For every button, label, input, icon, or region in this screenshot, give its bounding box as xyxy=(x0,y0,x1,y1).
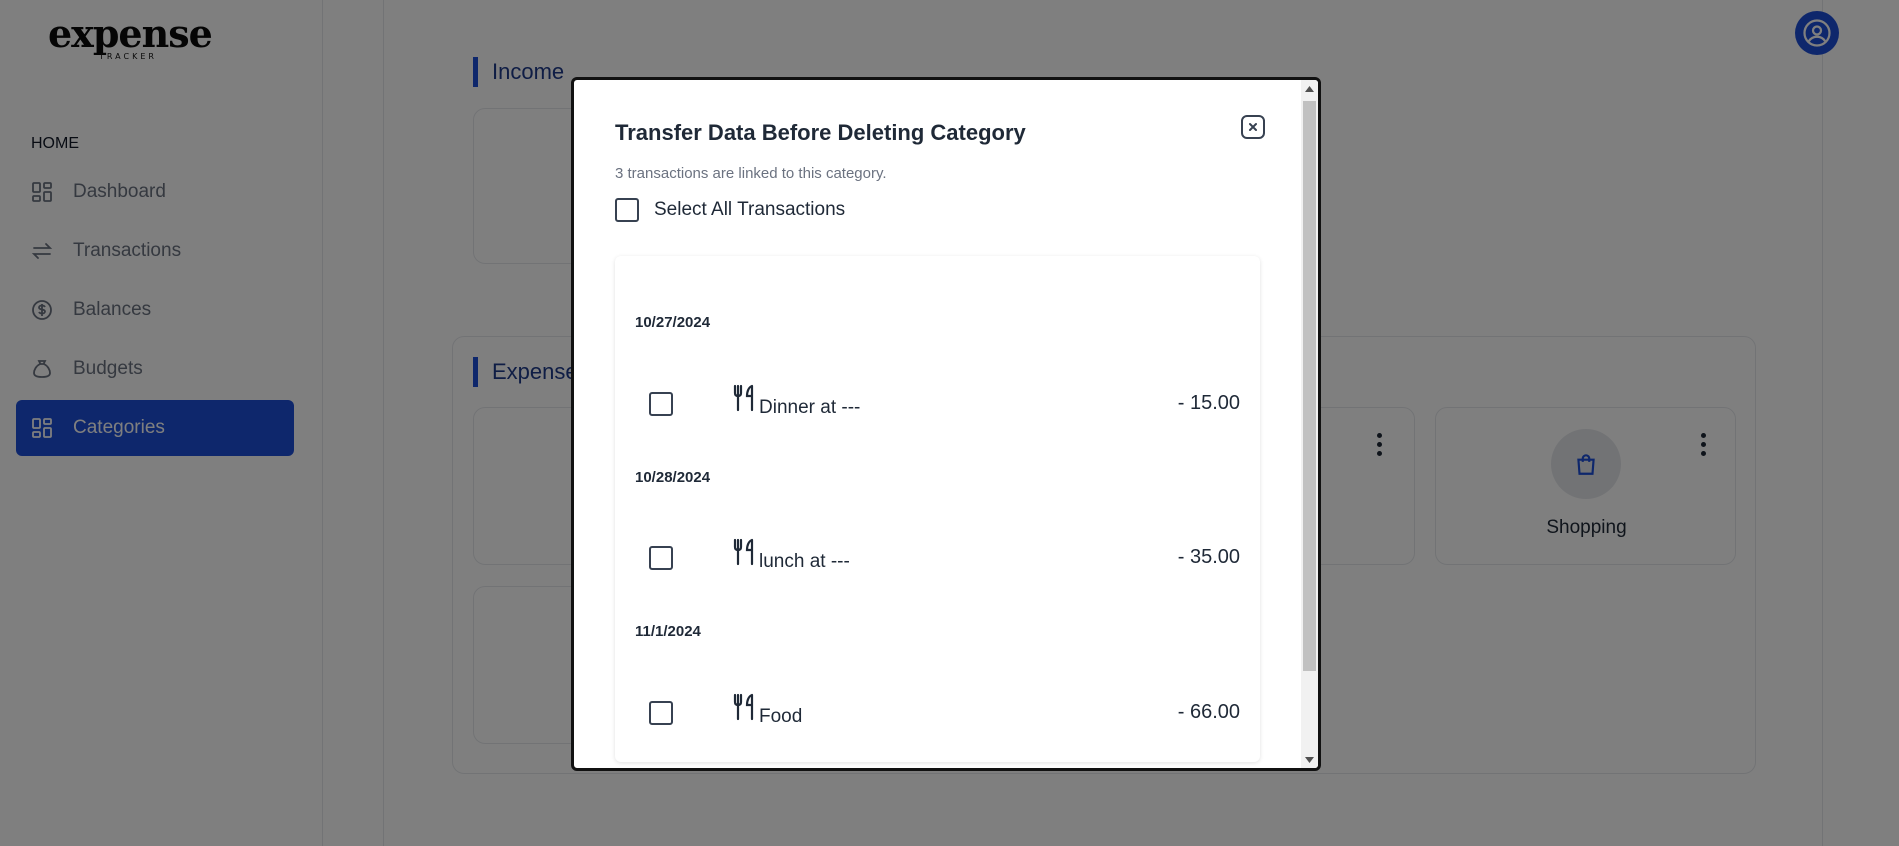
fork-knife-icon xyxy=(733,538,754,566)
fork-knife-icon xyxy=(733,693,754,721)
modal-scrollbar[interactable] xyxy=(1301,80,1318,768)
transaction-date: 10/28/2024 xyxy=(635,469,711,486)
fork-knife-icon xyxy=(733,384,754,412)
transaction-row: Food - 66.00 xyxy=(615,693,1260,733)
linked-transactions-count: 3 transactions are linked to this catego… xyxy=(615,165,887,182)
transaction-amount: - 66.00 xyxy=(1177,701,1240,723)
transaction-row: Dinner at --- - 15.00 xyxy=(615,384,1260,424)
transaction-row: lunch at --- - 35.00 xyxy=(615,538,1260,578)
close-icon xyxy=(1249,123,1257,131)
modal-title: Transfer Data Before Deleting Category xyxy=(615,120,1026,145)
transaction-name: Dinner at --- xyxy=(759,397,861,418)
transaction-list: 10/27/2024 Dinner at --- - 15.00 10/28/2… xyxy=(615,256,1260,762)
scrollbar-thumb[interactable] xyxy=(1303,101,1316,671)
transaction-checkbox[interactable] xyxy=(649,701,673,725)
transaction-amount: - 35.00 xyxy=(1177,546,1240,568)
close-button[interactable] xyxy=(1241,115,1265,139)
transfer-data-modal: Transfer Data Before Deleting Category 3… xyxy=(571,77,1321,771)
scroll-down-arrow-icon[interactable] xyxy=(1301,751,1318,768)
select-all-label: Select All Transactions xyxy=(654,199,846,220)
transaction-checkbox[interactable] xyxy=(649,546,673,570)
transaction-date: 10/27/2024 xyxy=(635,314,711,331)
select-all-checkbox[interactable] xyxy=(615,198,639,222)
transaction-amount: - 15.00 xyxy=(1177,392,1240,414)
transaction-name: Food xyxy=(759,706,803,727)
scroll-up-arrow-icon[interactable] xyxy=(1301,80,1318,97)
modal-body: Transfer Data Before Deleting Category 3… xyxy=(574,80,1301,768)
transaction-name: lunch at --- xyxy=(759,551,850,572)
transaction-date: 11/1/2024 xyxy=(635,623,701,640)
transaction-checkbox[interactable] xyxy=(649,392,673,416)
select-all-row[interactable]: Select All Transactions xyxy=(615,198,845,222)
